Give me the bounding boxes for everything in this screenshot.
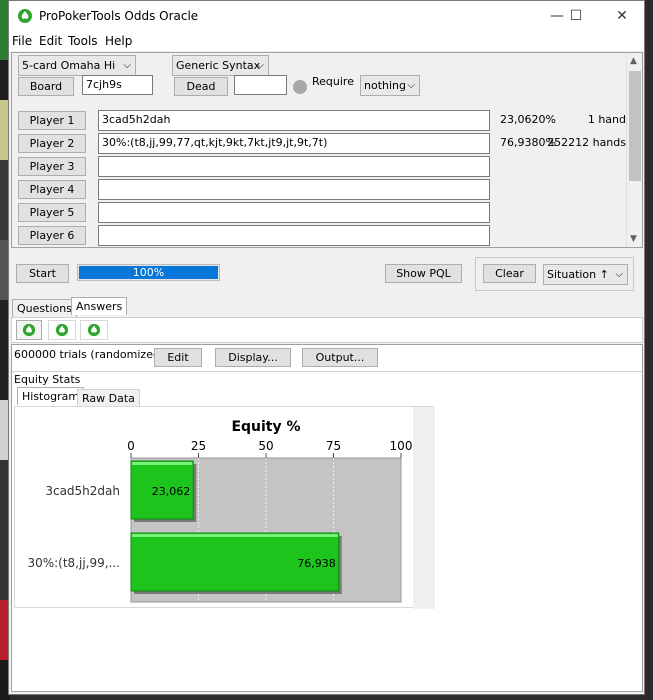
divider — [12, 371, 642, 372]
window-title: ProPokerTools Odds Oracle — [39, 9, 199, 23]
output-button[interactable]: Output... — [302, 348, 378, 367]
tab-questions[interactable]: Questions — [12, 299, 77, 317]
menu-bar: File Edit Tools Help — [9, 31, 644, 51]
player-6-button[interactable]: Player 6 — [18, 226, 86, 245]
require-radio[interactable] — [293, 80, 307, 94]
menu-tools[interactable]: Tools — [68, 34, 98, 48]
progress-text: 100% — [132, 266, 165, 279]
game-select[interactable]: 5-card Omaha Hi ⌵ — [18, 55, 136, 76]
player-6-hand-input[interactable] — [98, 225, 490, 246]
chevron-down-icon: ⌵ — [407, 80, 415, 91]
chart-title: Equity % — [231, 419, 300, 435]
bar-value-label: 23,062 — [152, 485, 191, 498]
show-pql-button[interactable]: Show PQL — [385, 264, 462, 283]
menu-help[interactable]: Help — [105, 34, 132, 48]
chart-side-strip — [413, 407, 435, 609]
player-3-button[interactable]: Player 3 — [18, 157, 86, 176]
player-4-hand-input[interactable] — [98, 179, 490, 200]
clear-button[interactable]: Clear — [483, 264, 536, 283]
tab-histogram[interactable]: Histogram — [17, 387, 85, 405]
display-button[interactable]: Display... — [215, 348, 291, 367]
trials-label: 600000 trials (randomized) — [14, 348, 165, 361]
scroll-up-icon[interactable]: ▲ — [630, 56, 637, 66]
spade-icon — [18, 9, 32, 23]
progress-bar: 100% — [77, 264, 220, 281]
equity-stats-label: Equity Stats — [14, 373, 81, 386]
spade-icon — [22, 323, 36, 337]
chevron-down-icon: ⌵ — [123, 60, 131, 71]
board-button[interactable]: Board — [18, 77, 74, 96]
player-1-hand-input[interactable]: 3cad5h2dah — [98, 110, 490, 131]
menu-edit[interactable]: Edit — [39, 34, 62, 48]
x-tick-label: 0 — [127, 439, 135, 453]
player-3-hand-input[interactable] — [98, 156, 490, 177]
equity-chart: Equity % 0 25 50 75 100 23,062 3cad5h2dah 76,938… — [14, 406, 435, 609]
dead-button[interactable]: Dead — [174, 77, 228, 96]
answers-tab-strip — [11, 317, 643, 343]
player-2-combos: 252212 hands — [547, 136, 626, 149]
x-tick-label: 75 — [326, 439, 341, 453]
situation-select-value: Situation ↑ — [547, 268, 609, 281]
bar-value-label: 76,938 — [297, 557, 336, 570]
scroll-thumb[interactable] — [629, 71, 641, 181]
syntax-select[interactable]: Generic Syntax ⌵ — [172, 55, 269, 76]
result-tab-2[interactable] — [48, 320, 76, 340]
situation-select[interactable]: Situation ↑ ⌵ — [543, 264, 628, 285]
title-bar: ProPokerTools Odds Oracle — ☐ ✕ — [9, 1, 644, 31]
player-4-button[interactable]: Player 4 — [18, 180, 86, 199]
maximize-button[interactable]: ☐ — [553, 1, 599, 31]
input-panel: 5-card Omaha Hi ⌵ Generic Syntax ⌵ Board… — [11, 52, 643, 248]
bar-highlight — [132, 534, 338, 537]
player-2-hand-input[interactable]: 30%:(t8,jj,99,77,qt,kjt,9kt,7kt,jt9,jt,9… — [98, 133, 490, 154]
require-select-value: nothing — [364, 79, 406, 92]
require-select[interactable]: nothing ⌵ — [360, 75, 420, 96]
player-5-button[interactable]: Player 5 — [18, 203, 86, 222]
x-tick-label: 50 — [258, 439, 273, 453]
board-input[interactable]: 7cjh9s — [82, 75, 153, 95]
edit-button[interactable]: Edit — [154, 348, 202, 367]
game-select-value: 5-card Omaha Hi — [22, 59, 116, 72]
tab-answers[interactable]: Answers — [71, 297, 128, 315]
x-tick-label: 100 — [390, 439, 413, 453]
category-label: 30%:(t8,jj,99,... — [27, 556, 120, 570]
player-1-combos: 1 hand — [587, 113, 626, 126]
player-1-equity: 23,0620% — [500, 113, 556, 126]
app-window: ProPokerTools Odds Oracle — ☐ ✕ File Edi… — [8, 0, 645, 695]
spade-icon — [55, 323, 69, 337]
result-tab-1[interactable] — [16, 320, 42, 340]
dead-input[interactable] — [234, 75, 287, 95]
require-label: Require — [312, 75, 354, 88]
chevron-down-icon: ⌵ — [615, 269, 623, 280]
scroll-down-icon[interactable]: ▼ — [630, 234, 637, 244]
bar-highlight — [132, 462, 193, 465]
category-label: 3cad5h2dah — [45, 484, 120, 498]
menu-file[interactable]: File — [12, 34, 32, 48]
x-tick-label: 25 — [191, 439, 206, 453]
player-1-button[interactable]: Player 1 — [18, 111, 86, 130]
start-button[interactable]: Start — [16, 264, 69, 283]
result-tab-3[interactable] — [80, 320, 108, 340]
vertical-scrollbar[interactable]: ▲ ▼ — [626, 53, 642, 247]
close-button[interactable]: ✕ — [599, 1, 644, 31]
player-5-hand-input[interactable] — [98, 202, 490, 223]
equity-chart-svg: Equity % 0 25 50 75 100 23,062 3cad5h2dah 76,938… — [27, 407, 435, 609]
player-2-button[interactable]: Player 2 — [18, 134, 86, 153]
syntax-select-value: Generic Syntax — [176, 59, 261, 72]
tab-raw-data[interactable]: Raw Data — [77, 389, 140, 407]
chevron-down-icon: ⌵ — [256, 60, 264, 71]
spade-icon — [87, 323, 101, 337]
